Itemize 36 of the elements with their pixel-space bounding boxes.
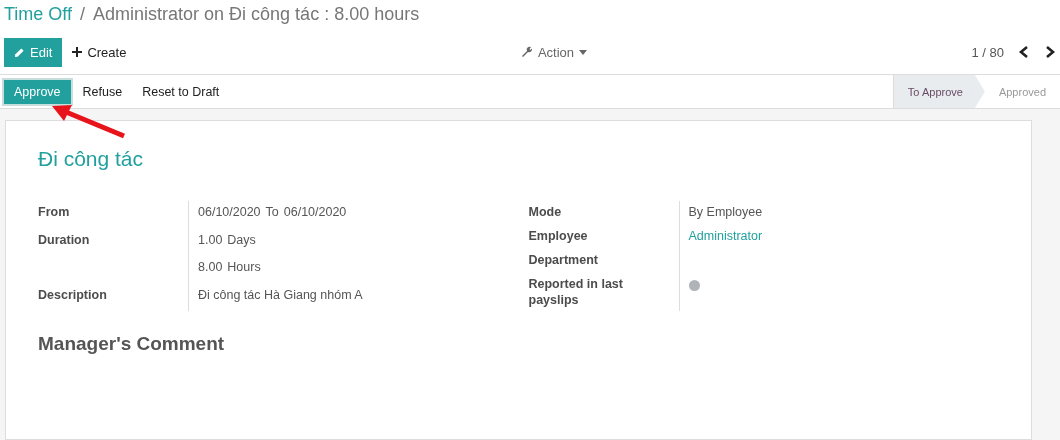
- section-heading: Manager's Comment: [38, 333, 226, 355]
- field-label: From: [38, 205, 70, 219]
- field-label: Department: [528, 253, 598, 267]
- pencil-icon: [14, 46, 25, 58]
- edit-button[interactable]: Edit: [4, 37, 63, 67]
- action-dropdown[interactable]: Action: [510, 37, 598, 67]
- field-value: By Employee: [688, 204, 763, 221]
- field-value: 06/10/2020: [198, 204, 261, 221]
- field-value: 8.00: [198, 259, 223, 276]
- field-label: Duration: [38, 232, 90, 247]
- field-label: Description: [38, 287, 107, 302]
- field-value: 1.00: [198, 231, 223, 249]
- status-action-button[interactable]: Reset to Draft: [132, 79, 230, 104]
- field-label: Mode: [528, 205, 562, 219]
- employee-link[interactable]: Administrator: [688, 228, 763, 246]
- status-action-button[interactable]: Approve: [2, 77, 73, 106]
- field-value: To: [265, 204, 279, 221]
- field-value: 06/10/2020: [283, 204, 347, 221]
- stage-step[interactable]: To Approve: [893, 75, 985, 108]
- caret-icon: [579, 49, 588, 55]
- next-icon[interactable]: [1044, 45, 1056, 59]
- wrench-icon: [520, 46, 533, 58]
- breadcrumb-link[interactable]: Time Off: [4, 4, 72, 25]
- field-label: Reported in last payslips: [528, 277, 623, 307]
- breadcrumb-separator: /: [80, 4, 86, 25]
- status-action-button[interactable]: Refuse: [72, 79, 133, 104]
- previous-icon[interactable]: [1018, 45, 1030, 59]
- record-title: Administrator on Đi công tác : 8.00 hours: [93, 4, 420, 25]
- field-value: Đi công tác Hà Giang nhóm A: [198, 286, 363, 304]
- field-value: Days: [227, 231, 256, 249]
- form-title: Đi công tác: [38, 147, 145, 171]
- plus-icon: [72, 47, 83, 57]
- create-button[interactable]: Create: [62, 37, 137, 67]
- pager-counter: 1 / 80: [971, 44, 1004, 60]
- field-value: Hours: [227, 259, 261, 276]
- field-label: Employee: [528, 229, 588, 243]
